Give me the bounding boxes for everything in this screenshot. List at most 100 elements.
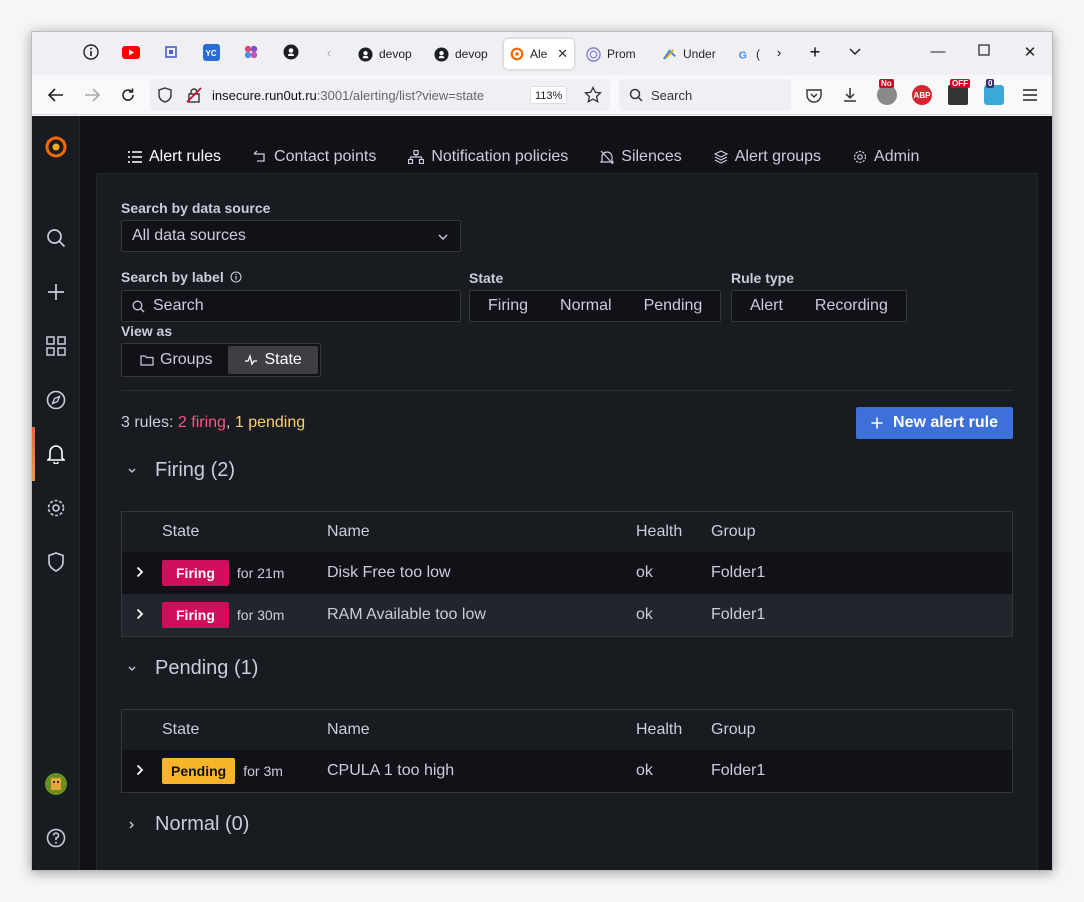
state-filter-group: Firing Normal Pending bbox=[469, 290, 722, 322]
tab-notification-policies[interactable]: Notification policies bbox=[392, 140, 584, 174]
state-option-firing[interactable]: Firing bbox=[472, 293, 544, 319]
active-indicator bbox=[32, 427, 35, 481]
pending-section-toggle[interactable]: Pending (1) bbox=[127, 657, 258, 680]
browser-search-field[interactable]: Search bbox=[619, 79, 791, 111]
chevron-down-icon bbox=[438, 234, 448, 240]
tab-silences[interactable]: Silences bbox=[584, 140, 697, 174]
tab-label: Under bbox=[683, 47, 716, 61]
insecure-lock-icon[interactable] bbox=[186, 87, 202, 106]
label-filter-text: Search by label bbox=[121, 269, 224, 285]
rule-type-option-alert[interactable]: Alert bbox=[734, 293, 799, 319]
maximize-icon[interactable] bbox=[974, 43, 994, 60]
table-row[interactable]: Firing for 30m RAM Available too low ok … bbox=[122, 594, 1012, 636]
tab-strip: YC ‹ devop devop Ale ✕ Prom Under G (› … bbox=[32, 32, 1052, 75]
rule-name: CPULA 1 too high bbox=[327, 762, 455, 779]
forward-icon[interactable] bbox=[82, 85, 102, 105]
rule-type-option-recording[interactable]: Recording bbox=[799, 293, 904, 319]
tabs-scroll-right-icon[interactable]: › bbox=[770, 43, 788, 61]
close-tab-icon[interactable]: ✕ bbox=[557, 46, 568, 62]
ext-adblock-icon[interactable]: ABP bbox=[912, 85, 932, 105]
ext-account-icon[interactable]: 0 bbox=[984, 79, 1004, 105]
datasource-select[interactable]: All data sources bbox=[121, 220, 461, 252]
expand-row-icon[interactable] bbox=[136, 607, 144, 623]
configuration-gear-icon[interactable] bbox=[44, 496, 68, 520]
state-cell: Firing for 30m bbox=[162, 602, 284, 628]
minimize-icon[interactable]: — bbox=[928, 43, 948, 60]
tab-google[interactable]: G ( bbox=[732, 39, 766, 69]
view-as-state[interactable]: State bbox=[228, 346, 318, 374]
tab-contact-points[interactable]: Contact points bbox=[237, 140, 392, 174]
yc-icon[interactable]: YC bbox=[202, 43, 220, 61]
tab-alerting-active[interactable]: Ale ✕ bbox=[504, 39, 574, 69]
search-icon[interactable] bbox=[44, 226, 68, 250]
slack-like-icon[interactable] bbox=[242, 43, 260, 61]
new-alert-rule-button[interactable]: New alert rule bbox=[856, 407, 1013, 439]
search-placeholder: Search bbox=[651, 87, 693, 103]
state-option-pending[interactable]: Pending bbox=[628, 293, 719, 319]
prometheus-icon bbox=[586, 46, 601, 62]
tab-under[interactable]: Under bbox=[656, 39, 726, 69]
tab-label: devop bbox=[455, 47, 488, 61]
tab-alert-groups[interactable]: Alert groups bbox=[698, 140, 837, 174]
explore-compass-icon[interactable] bbox=[44, 388, 68, 412]
tab-devop-1[interactable]: devop bbox=[352, 39, 424, 69]
expand-row-icon[interactable] bbox=[136, 763, 144, 779]
label-search-input[interactable]: Search bbox=[121, 290, 461, 322]
state-option-normal[interactable]: Normal bbox=[544, 293, 628, 319]
reload-icon[interactable] bbox=[118, 85, 138, 105]
ext-vpn-icon[interactable]: OFF bbox=[948, 79, 970, 105]
view-as-groups[interactable]: Groups bbox=[124, 346, 228, 374]
normal-section-toggle[interactable]: Normal (0) bbox=[127, 813, 249, 836]
tab-prometheus[interactable]: Prom bbox=[580, 39, 648, 69]
firing-section-toggle[interactable]: Firing (2) bbox=[127, 459, 235, 482]
plus-icon[interactable] bbox=[44, 280, 68, 304]
pocket-icon[interactable] bbox=[804, 85, 824, 105]
side-menu bbox=[32, 116, 80, 870]
shield-icon[interactable] bbox=[158, 87, 172, 106]
folder-icon bbox=[140, 355, 154, 366]
close-window-icon[interactable]: ✕ bbox=[1020, 43, 1040, 61]
table-row[interactable]: Pending for 3m CPULA 1 too high ok Folde… bbox=[122, 750, 1012, 792]
zoom-level[interactable]: 113% bbox=[530, 86, 568, 104]
col-health: Health bbox=[636, 523, 683, 540]
tab-alert-rules[interactable]: Alert rules bbox=[112, 140, 238, 176]
dashboards-icon[interactable] bbox=[44, 334, 68, 358]
info-circle-icon[interactable] bbox=[230, 271, 242, 283]
tab-devop-2[interactable]: devop bbox=[428, 39, 500, 69]
tabs-scroll-left-icon[interactable]: ‹ bbox=[320, 43, 338, 61]
hamburger-menu-icon[interactable] bbox=[1020, 85, 1040, 105]
divider bbox=[121, 390, 1013, 391]
bookmark-star-icon[interactable] bbox=[584, 85, 602, 107]
col-state: State bbox=[162, 523, 200, 540]
tab-label: Contact points bbox=[274, 148, 377, 165]
chip-icon[interactable] bbox=[162, 43, 180, 61]
browser-window: YC ‹ devop devop Ale ✕ Prom Under G (› … bbox=[31, 31, 1053, 871]
info-icon[interactable] bbox=[82, 43, 100, 61]
downloads-icon[interactable] bbox=[840, 85, 860, 105]
github-icon[interactable] bbox=[282, 43, 300, 61]
alerting-page: Alert rules Contact points Notification … bbox=[80, 116, 1052, 870]
url-path: :3001/alerting/list?view=state bbox=[316, 87, 485, 103]
chart-pen-icon bbox=[663, 48, 676, 60]
ext-noscript-icon[interactable]: No bbox=[877, 79, 897, 105]
view-as-label: View as bbox=[121, 323, 173, 339]
user-avatar[interactable] bbox=[44, 772, 68, 796]
tab-admin[interactable]: Admin bbox=[837, 140, 935, 174]
rule-group: Folder1 bbox=[711, 606, 766, 623]
col-health: Health bbox=[636, 721, 683, 738]
youtube-icon[interactable] bbox=[122, 43, 140, 61]
url-text[interactable]: insecure.run0ut.ru:3001/alerting/list?vi… bbox=[212, 88, 484, 103]
server-admin-shield-icon[interactable] bbox=[44, 550, 68, 574]
address-bar[interactable]: insecure.run0ut.ru:3001/alerting/list?vi… bbox=[150, 79, 610, 111]
table-row[interactable]: Firing for 21m Disk Free too low ok Fold… bbox=[122, 552, 1012, 594]
list-tabs-icon[interactable] bbox=[846, 43, 864, 61]
col-name: Name bbox=[327, 721, 370, 738]
back-icon[interactable] bbox=[46, 85, 66, 105]
pending-section-title: Pending (1) bbox=[155, 657, 259, 679]
help-icon[interactable] bbox=[44, 826, 68, 850]
alert-rules-panel: Search by data source All data sources S… bbox=[96, 173, 1038, 870]
alerting-bell-icon[interactable] bbox=[44, 442, 68, 466]
grafana-logo-icon[interactable] bbox=[42, 132, 70, 160]
new-tab-icon[interactable]: + bbox=[806, 42, 824, 62]
expand-row-icon[interactable] bbox=[136, 565, 144, 581]
